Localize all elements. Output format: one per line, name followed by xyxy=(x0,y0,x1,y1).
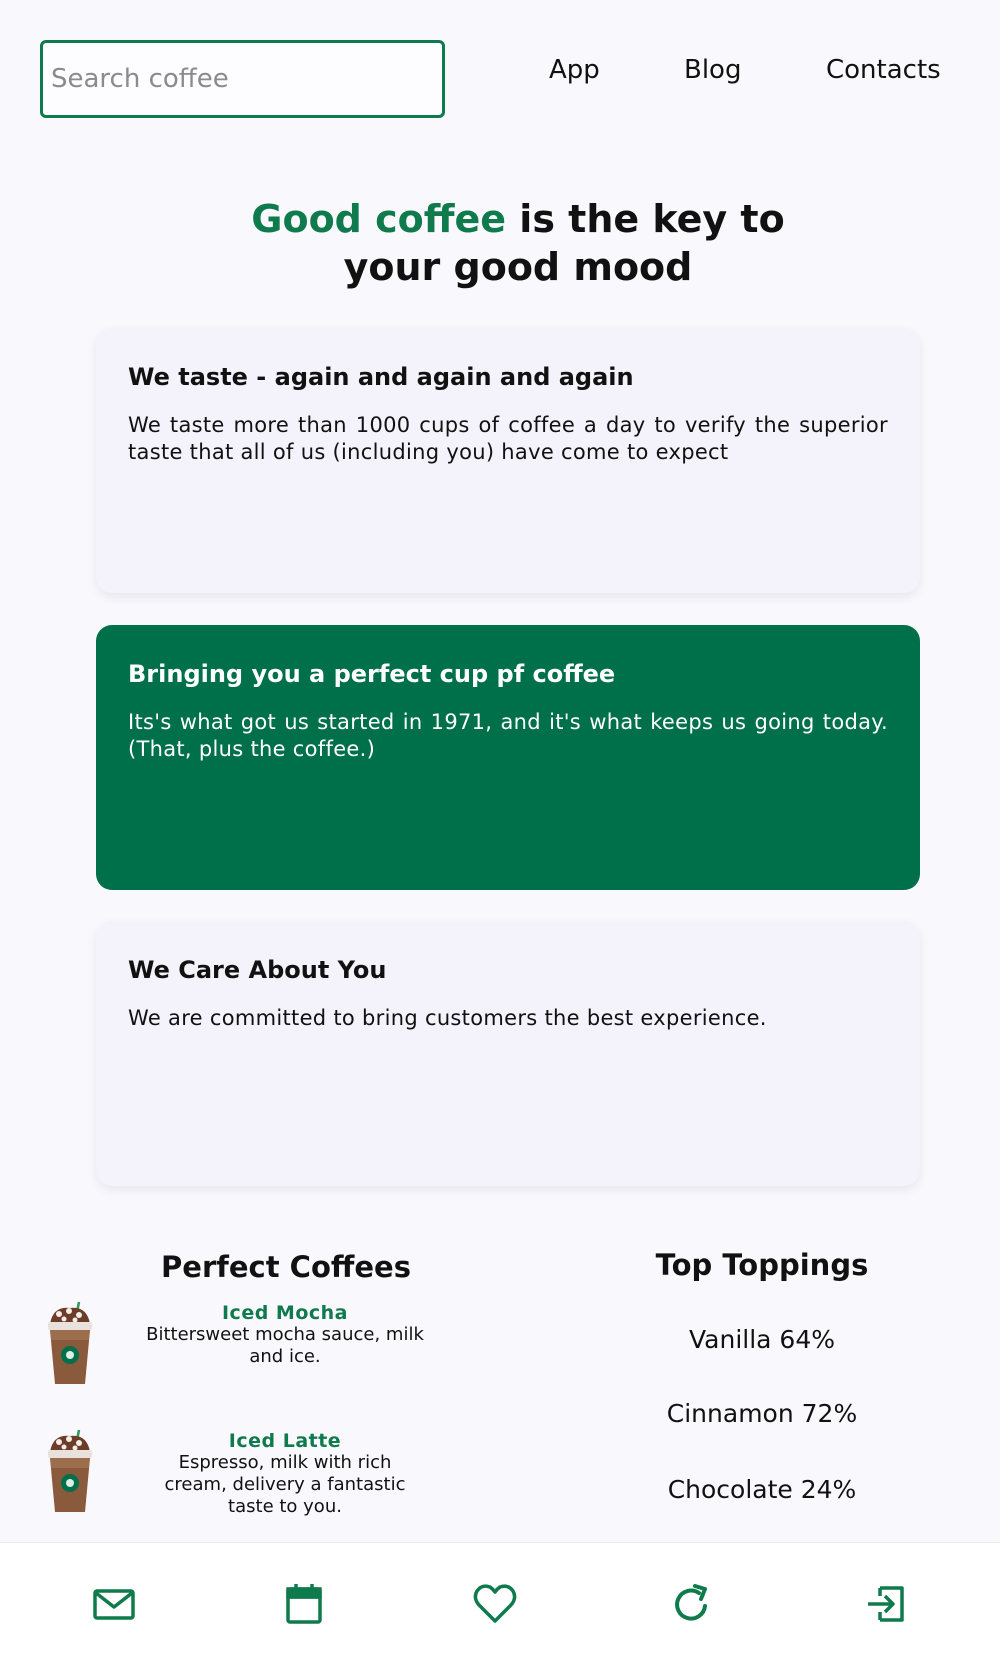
coffee-description: Bittersweet mocha sauce, milk and ice. xyxy=(146,1324,424,1367)
logout-button[interactable] xyxy=(862,1581,908,1627)
card-text: We are committed to bring customers the … xyxy=(128,1006,767,1030)
mail-button[interactable] xyxy=(91,1581,137,1627)
search-input[interactable] xyxy=(40,40,445,118)
card-title: Bringing you a perfect cup pf coffee xyxy=(128,660,616,688)
coffee-list-item[interactable]: Iced Mocha Bittersweet mocha sauce, milk… xyxy=(45,1300,445,1400)
hero-line-2: your good mood xyxy=(343,245,693,289)
logout-icon xyxy=(868,1586,904,1622)
iced-coffee-image xyxy=(48,1301,92,1384)
hero-headline: Good coffee is the key to your good mood xyxy=(0,195,1000,291)
card-text: We taste more than 1000 cups of coffee a… xyxy=(128,413,888,464)
heart-icon xyxy=(473,1584,517,1623)
perfect-coffees-heading: Perfect Coffees xyxy=(161,1250,411,1284)
card-title: We Care About You xyxy=(128,956,387,984)
coffee-description: Espresso, milk with rich cream, delivery… xyxy=(164,1452,406,1517)
topping-item: Chocolate 24% xyxy=(667,1475,857,1504)
coffee-list-item[interactable]: Iced Latte Espresso, milk with rich crea… xyxy=(45,1428,445,1528)
coffee-name: Iced Latte xyxy=(228,1430,342,1452)
top-toppings-heading: Top Toppings xyxy=(655,1248,869,1282)
nav-link-app[interactable]: App xyxy=(549,55,600,85)
coffee-text: Iced Mocha Bittersweet mocha sauce, milk… xyxy=(145,1302,425,1368)
favorites-button[interactable] xyxy=(472,1581,518,1627)
nav-link-contacts[interactable]: Contacts xyxy=(826,55,941,85)
coffee-text: Iced Latte Espresso, milk with rich crea… xyxy=(145,1430,425,1518)
hero-accent: Good coffee is the key to xyxy=(251,197,785,241)
hero-rest: is the key to xyxy=(506,197,785,241)
top-bar: App Blog Contacts xyxy=(0,0,1000,130)
calendar-icon xyxy=(286,1584,322,1624)
iced-coffee-image xyxy=(48,1429,92,1512)
mail-icon xyxy=(93,1589,135,1620)
nav-link-blog[interactable]: Blog xyxy=(684,55,741,85)
refresh-icon xyxy=(675,1584,707,1621)
card-text: Its's what got us started in 1971, and i… xyxy=(128,710,888,761)
topping-item: Vanilla 64% xyxy=(689,1325,835,1354)
feature-card-care: We Care About You We are committed to br… xyxy=(96,921,920,1186)
card-title: We taste - again and again and again xyxy=(128,363,634,391)
feature-card-taste: We taste - again and again and again We … xyxy=(96,328,920,593)
refresh-button[interactable] xyxy=(668,1581,714,1627)
bottom-navigation xyxy=(0,1542,1000,1668)
topping-item: Cinnamon 72% xyxy=(666,1399,858,1428)
feature-card-perfect-cup: Bringing you a perfect cup pf coffee Its… xyxy=(96,625,920,890)
coffee-name: Iced Mocha xyxy=(221,1302,348,1324)
calendar-button[interactable] xyxy=(281,1581,327,1627)
